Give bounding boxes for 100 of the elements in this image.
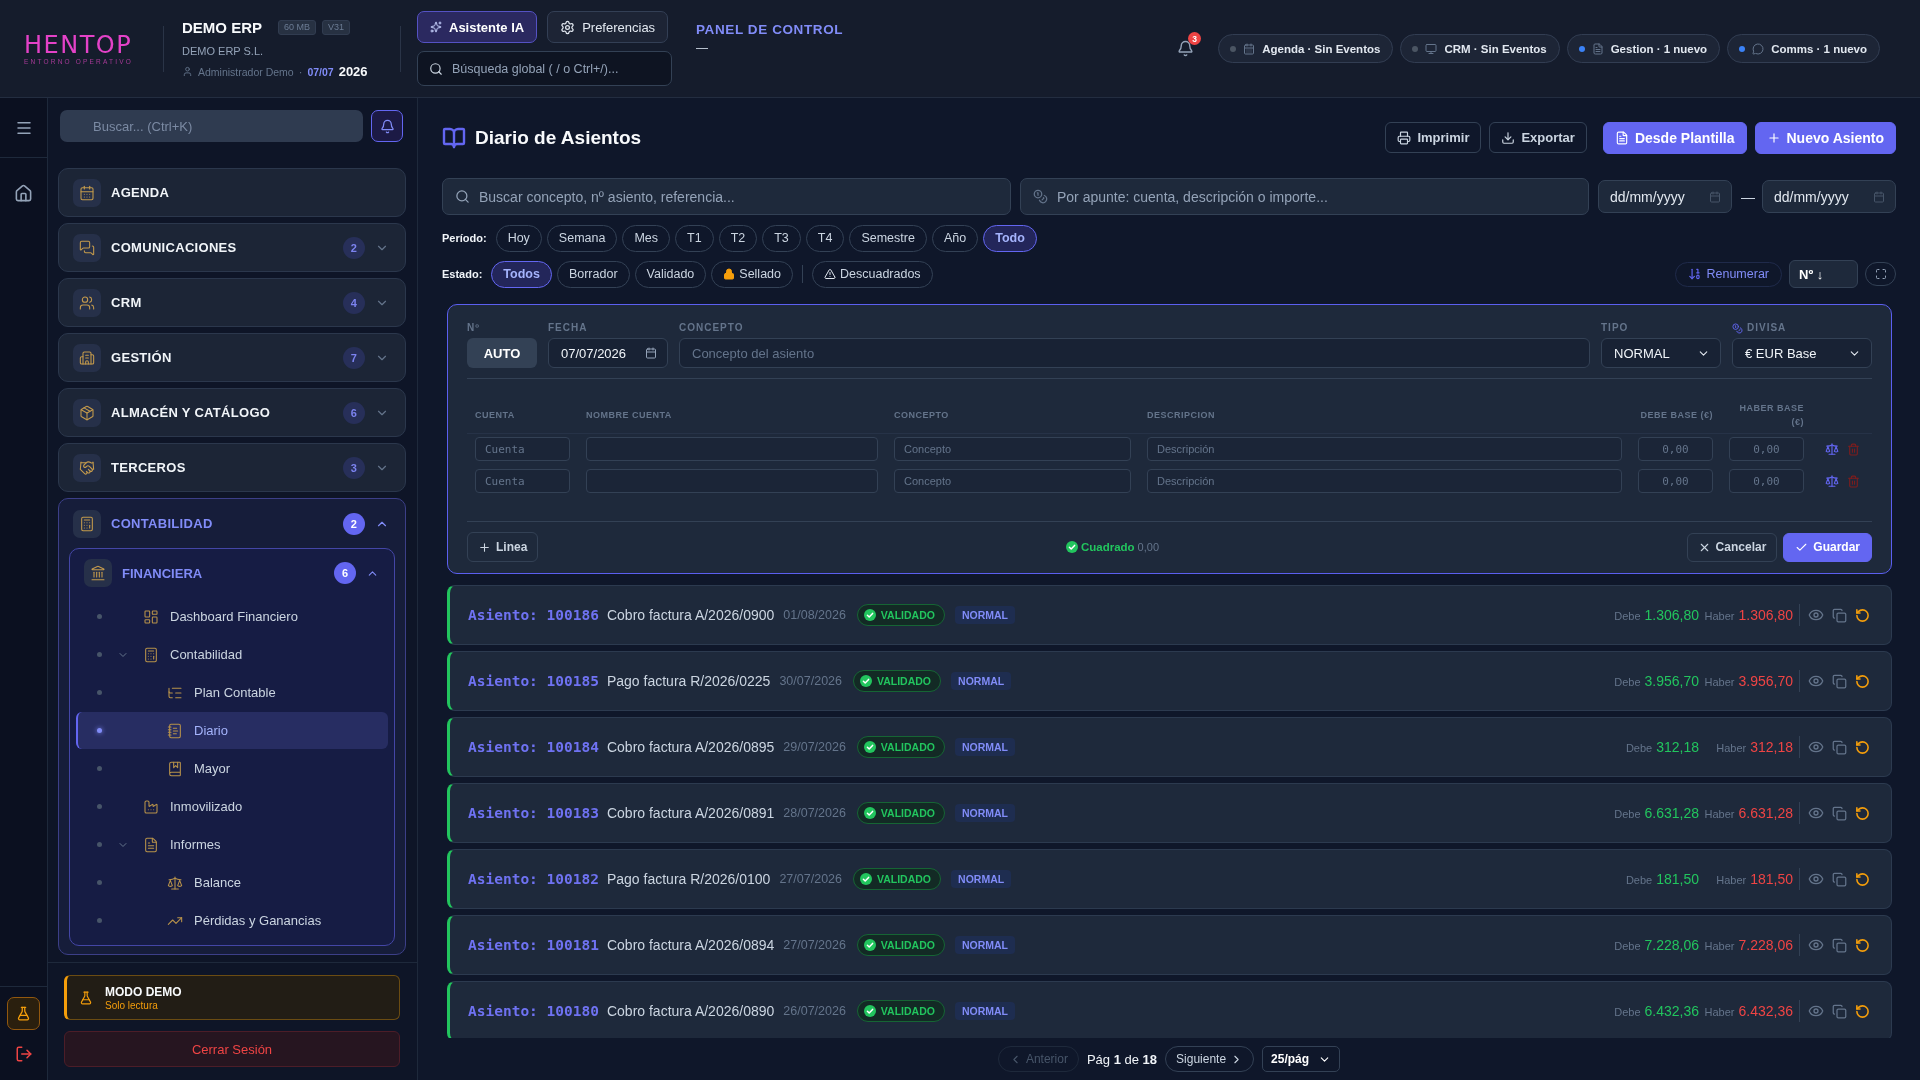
- status-badge: VALIDADO: [856, 736, 945, 758]
- undo-icon[interactable]: [1855, 871, 1870, 887]
- notifications-button[interactable]: [371, 110, 403, 142]
- nav-section[interactable]: CONTABILIDAD 2: [59, 499, 405, 548]
- bullet-icon: [97, 918, 102, 923]
- copy-icon[interactable]: [1832, 739, 1847, 755]
- copy-icon[interactable]: [1832, 607, 1847, 623]
- account-name-field[interactable]: [586, 437, 878, 461]
- eye-icon[interactable]: [1808, 805, 1824, 821]
- date-to-field[interactable]: dd/mm/yyyy: [1762, 180, 1896, 213]
- status-pill[interactable]: Gestion · 1 nuevo: [1566, 34, 1721, 63]
- home-icon[interactable]: [14, 184, 33, 203]
- entry-card[interactable]: Asiento: 100181 Cobro factura A/2026/0894 27/07/2026 VALIDADO NORMAL Debe 7.228,06 Haber 7.228,06: [447, 915, 1892, 975]
- entry-card[interactable]: Asiento: 100180 Cobro factura A/2026/0890 26/07/2026 VALIDADO NORMAL Debe 6.432,36 Haber 6.432,36: [447, 981, 1892, 1038]
- nav-section[interactable]: GESTIÓN 7: [58, 333, 406, 382]
- entry-title: Asiento: 100184: [468, 739, 599, 755]
- count-badge: 3: [343, 456, 365, 479]
- copy-icon[interactable]: [1832, 673, 1847, 689]
- undo-icon[interactable]: [1855, 739, 1870, 755]
- handshake-icon: [73, 453, 101, 482]
- nav-item[interactable]: Diario: [76, 712, 388, 749]
- bullet-icon: [97, 614, 102, 619]
- sort-select[interactable]: Nº ↓: [1789, 260, 1858, 288]
- entry-card[interactable]: Asiento: 100184 Cobro factura A/2026/0895 29/07/2026 VALIDADO NORMAL Debe 312,18 Haber 312,18: [447, 717, 1892, 777]
- column-header: CONCEPTO: [894, 408, 950, 422]
- nav-item[interactable]: Balance: [76, 864, 388, 901]
- nav-item[interactable]: Contabilidad: [76, 636, 388, 673]
- bullet-icon: [97, 804, 102, 809]
- status-badge: VALIDADO: [853, 670, 942, 692]
- entry-card[interactable]: Asiento: 100182 Pago factura R/2026/0100 27/07/2026 VALIDADO NORMAL Debe 181,50 Haber 181,50: [447, 849, 1892, 909]
- scale-icon[interactable]: [1824, 442, 1839, 456]
- status-badge: VALIDADO: [853, 868, 942, 890]
- monitor-icon: [1425, 42, 1438, 55]
- page-size-select[interactable]: 25/pág: [1262, 1046, 1341, 1072]
- account-name-field[interactable]: [586, 469, 878, 493]
- action-button[interactable]: Nuevo Asiento: [1754, 121, 1896, 154]
- assistant-button[interactable]: Asistente IA: [417, 11, 538, 43]
- credit-amount: 181,50: [1750, 871, 1793, 887]
- logout-icon[interactable]: [14, 1045, 33, 1063]
- undo-icon[interactable]: [1855, 937, 1870, 953]
- undo-icon[interactable]: [1855, 1003, 1870, 1019]
- eye-icon[interactable]: [1808, 739, 1824, 755]
- scale-icon[interactable]: [1824, 474, 1839, 488]
- nav-section[interactable]: ALMACÉN Y CATÁLOGO 6: [58, 388, 406, 437]
- status-pill[interactable]: CRM · Sin Eventos: [1400, 34, 1560, 63]
- undo-icon[interactable]: [1855, 673, 1870, 689]
- date-from-field[interactable]: dd/mm/yyyy: [1598, 180, 1732, 213]
- copy-icon[interactable]: [1832, 1003, 1847, 1019]
- entry-card[interactable]: Asiento: 100183 Cobro factura A/2026/0891 28/07/2026 VALIDADO NORMAL Debe 6.631,28 Haber 6.631,28: [447, 783, 1892, 843]
- nav-subgroup[interactable]: FINANCIERA 6: [76, 549, 388, 597]
- check-circle-icon: [863, 741, 876, 753]
- nav-item[interactable]: Inmovilizado: [76, 788, 388, 825]
- date-field[interactable]: 07/07/2026: [548, 338, 668, 368]
- search-field[interactable]: Buscar concepto, nº asiento, referencia...: [442, 178, 1011, 215]
- add-line-button[interactable]: Linea: [467, 532, 539, 562]
- nav-item[interactable]: Pérdidas y Ganancias: [76, 902, 388, 939]
- eye-icon[interactable]: [1808, 871, 1824, 887]
- preferences-button[interactable]: Preferencias: [547, 11, 669, 43]
- status-chip[interactable]: Todos: [491, 260, 552, 288]
- nav-item[interactable]: Mayor: [76, 750, 388, 787]
- logout-button[interactable]: Cerrar Sesión: [64, 1031, 400, 1067]
- search-field[interactable]: Búsqueda global ( / o Ctrl+/)...: [417, 51, 672, 86]
- amount-label: Debe: [1625, 874, 1653, 886]
- currency-select[interactable]: € EUR Base: [1732, 338, 1872, 368]
- eye-icon[interactable]: [1808, 937, 1824, 953]
- line-search-field[interactable]: Por apunte: cuenta, descripción o importe...: [1020, 178, 1589, 215]
- copy-icon[interactable]: [1832, 805, 1847, 821]
- action-button[interactable]: Exportar: [1489, 122, 1587, 153]
- eye-icon[interactable]: [1808, 673, 1824, 689]
- action-button[interactable]: Desde Plantilla: [1602, 121, 1747, 154]
- type-select[interactable]: NORMAL: [1601, 338, 1721, 368]
- copy-icon[interactable]: [1832, 937, 1847, 953]
- status-pill[interactable]: Agenda · Sin Eventos: [1218, 34, 1394, 63]
- sparkle-icon: [430, 21, 442, 33]
- nav-section[interactable]: TERCEROS 3: [58, 443, 406, 492]
- copy-icon[interactable]: [1832, 871, 1847, 887]
- nav-section[interactable]: AGENDA: [58, 168, 406, 217]
- save-button[interactable]: Guardar: [1783, 532, 1872, 562]
- period-chip[interactable]: Todo: [983, 224, 1037, 252]
- cancel-button[interactable]: Cancelar: [1686, 532, 1778, 562]
- eye-icon[interactable]: [1808, 1003, 1824, 1019]
- count-badge: 6: [343, 401, 365, 424]
- nav-section[interactable]: CRM 4: [58, 278, 406, 327]
- entry-card[interactable]: Asiento: 100186 Cobro factura A/2026/0900 01/08/2026 VALIDADO NORMAL Debe 1.306,80 Haber 1.306,80: [447, 585, 1892, 645]
- demo-button[interactable]: [7, 997, 40, 1030]
- status-pill[interactable]: Comms · 1 nuevo: [1727, 34, 1880, 63]
- bell-icon[interactable]: [1177, 40, 1195, 57]
- entry-card[interactable]: Asiento: 100185 Pago factura R/2026/0225 30/07/2026 VALIDADO NORMAL Debe 3.956,70 Haber 3.956,70: [447, 651, 1892, 711]
- number-field: AUTO: [467, 338, 537, 368]
- action-button[interactable]: Imprimir: [1385, 122, 1482, 153]
- nav-section[interactable]: COMUNICACIONES 2: [58, 223, 406, 272]
- package-icon: [73, 398, 101, 427]
- undo-icon[interactable]: [1855, 805, 1870, 821]
- eye-icon[interactable]: [1808, 607, 1824, 623]
- entry-date: 29/07/2026: [783, 740, 846, 754]
- check-circle-icon: [863, 1005, 876, 1017]
- nav-item[interactable]: Dashboard Financiero: [76, 598, 388, 635]
- nav-item[interactable]: Plan Contable: [76, 674, 388, 711]
- nav-item[interactable]: Informes: [76, 826, 388, 863]
- undo-icon[interactable]: [1855, 607, 1870, 623]
